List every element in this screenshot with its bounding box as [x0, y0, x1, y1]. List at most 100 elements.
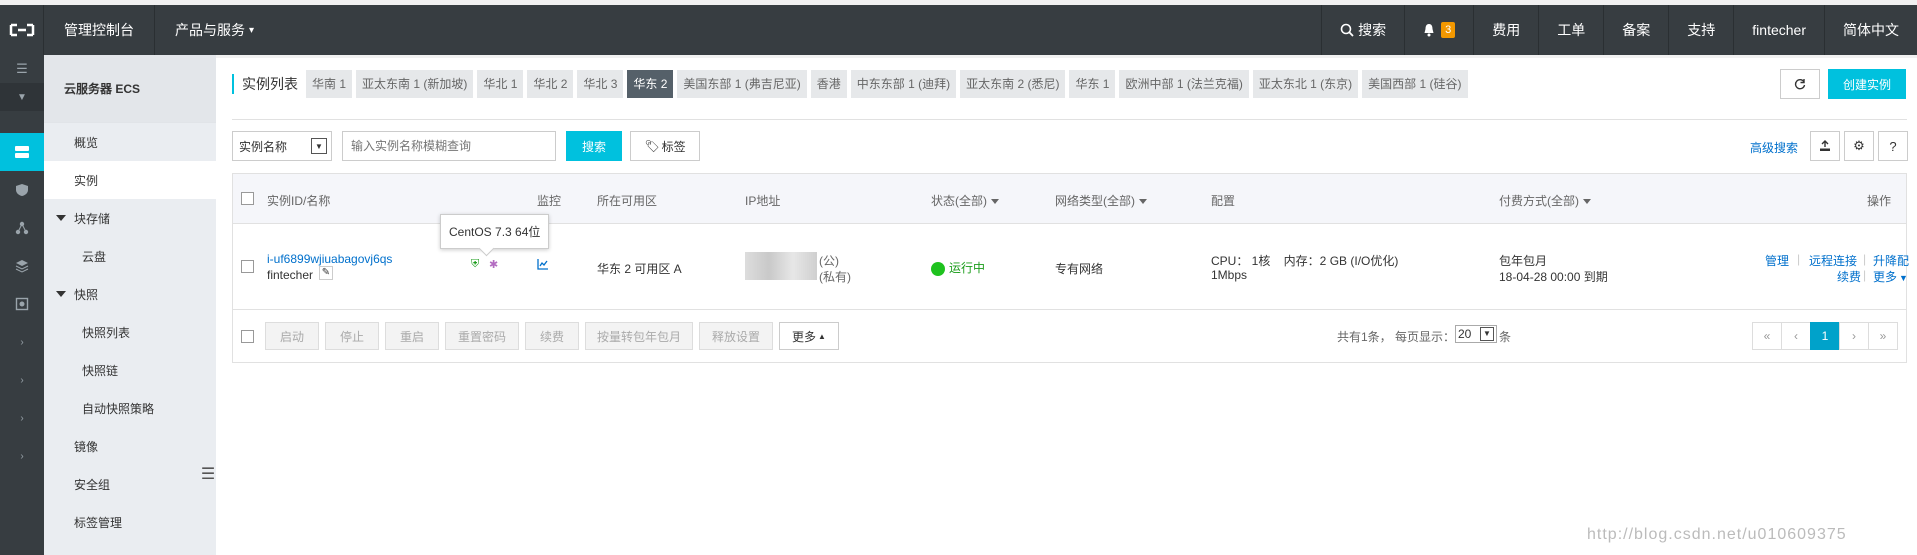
- user-menu[interactable]: fintecher: [1733, 5, 1824, 55]
- region-tab[interactable]: 华南 1: [306, 70, 353, 98]
- monitor-chart-icon[interactable]: [537, 258, 549, 273]
- restart-button[interactable]: 重启: [385, 322, 439, 350]
- region-tab[interactable]: 华东 1: [1069, 70, 1116, 98]
- col-header-network-label: 网络类型(全部): [1055, 194, 1135, 208]
- stop-button[interactable]: 停止: [325, 322, 379, 350]
- chevron-down-icon: ▼: [1480, 327, 1494, 341]
- region-tab[interactable]: 中东东部 1 (迪拜): [850, 70, 957, 98]
- col-header-status[interactable]: 状态(全部): [931, 192, 999, 209]
- more-actions-button[interactable]: 更多 ▲: [779, 322, 839, 350]
- help-button[interactable]: ?: [1878, 131, 1908, 161]
- server-icon[interactable]: [0, 133, 44, 171]
- ops-separator: |: [1797, 252, 1801, 266]
- region-tab[interactable]: 亚太东南 1 (新加坡): [356, 70, 474, 98]
- advanced-search-link[interactable]: 高级搜索: [1750, 139, 1798, 156]
- more-ops-link[interactable]: 更多 ▼: [1873, 268, 1908, 285]
- tag-filter-button[interactable]: 🏷 标签: [630, 131, 700, 161]
- col-header-billing-label: 付费方式(全部): [1499, 194, 1579, 208]
- row-checkbox[interactable]: [241, 260, 254, 273]
- sidebar-item-auto-snapshot-policy[interactable]: 自动快照策略: [44, 389, 216, 427]
- sidebar-item-cloud-disk[interactable]: 云盘: [44, 237, 216, 275]
- os-centos-icon[interactable]: ✱: [489, 258, 498, 271]
- footer-select-all-checkbox[interactable]: [241, 330, 254, 343]
- caret-up-icon: ▲: [818, 331, 826, 341]
- remote-connect-link[interactable]: 远程连接: [1809, 252, 1857, 269]
- export-button[interactable]: [1810, 131, 1840, 161]
- chevron-right-icon[interactable]: ›: [0, 323, 44, 361]
- layers-icon[interactable]: [0, 247, 44, 285]
- prev-page-button[interactable]: ‹: [1781, 322, 1811, 350]
- region-tab[interactable]: 香港: [810, 70, 847, 98]
- shield-icon[interactable]: [0, 171, 44, 209]
- collapse-sidebar-icon[interactable]: ☰: [200, 460, 216, 488]
- aliyun-logo-icon[interactable]: [0, 5, 44, 55]
- col-header-ip: IP地址: [745, 194, 781, 208]
- sidebar-item-overview[interactable]: 概览: [44, 123, 216, 161]
- sidebar-item-tag-management[interactable]: 标签管理: [44, 503, 216, 541]
- convert-billing-button[interactable]: 按量转包年包月: [585, 322, 693, 350]
- search-field-select[interactable]: 实例名称 ▼: [232, 131, 332, 161]
- sidebar-group-snapshots[interactable]: 快照: [44, 275, 216, 313]
- release-settings-button[interactable]: 释放设置: [699, 322, 773, 350]
- region-tab-active[interactable]: 华东 2: [627, 70, 674, 98]
- side-menu: 云服务器 ECS 概览 实例 块存储 云盘 快照 快照列表 快照链 自动快照策略…: [44, 55, 216, 555]
- region-tab[interactable]: 华北 2: [527, 70, 574, 98]
- notifications-button[interactable]: 3: [1404, 5, 1473, 55]
- region-tab[interactable]: 亚太东北 1 (东京): [1252, 70, 1359, 98]
- next-page-button[interactable]: ›: [1839, 322, 1869, 350]
- products-menu[interactable]: 产品与服务 ▾: [155, 5, 274, 55]
- last-page-button[interactable]: »: [1868, 322, 1898, 350]
- chevron-down-icon: ▼: [311, 138, 327, 154]
- page-size-select[interactable]: 20 ▼: [1455, 325, 1497, 343]
- col-header-network[interactable]: 网络类型(全部): [1055, 192, 1147, 209]
- create-instance-button[interactable]: 创建实例: [1828, 69, 1906, 99]
- search-input[interactable]: [342, 131, 556, 161]
- sidebar-item-security-groups[interactable]: 安全组: [44, 465, 216, 503]
- chevron-down-icon[interactable]: ▼: [0, 83, 44, 111]
- fees-link[interactable]: 费用: [1473, 5, 1538, 55]
- chevron-right-icon[interactable]: ›: [0, 361, 44, 399]
- refresh-button[interactable]: [1780, 69, 1820, 99]
- sidebar-item-snapshot-chain[interactable]: 快照链: [44, 351, 216, 389]
- instance-table: 实例ID/名称 监控 所在可用区 IP地址 状态(全部) 网络类型(全部) 配置…: [232, 173, 1909, 363]
- settings-button[interactable]: ⚙: [1844, 131, 1874, 161]
- reset-password-button[interactable]: 重置密码: [445, 322, 519, 350]
- tickets-link[interactable]: 工单: [1538, 5, 1603, 55]
- region-tab[interactable]: 欧洲中部 1 (法兰克福): [1119, 70, 1249, 98]
- search-button[interactable]: 搜索: [1321, 5, 1404, 55]
- region-tab[interactable]: 美国西部 1 (硅谷): [1362, 70, 1468, 98]
- chevron-right-icon[interactable]: ›: [0, 437, 44, 475]
- sidebar-group-block-storage[interactable]: 块存储: [44, 199, 216, 237]
- select-all-checkbox[interactable]: [241, 192, 254, 205]
- col-header-ops: 操作: [1867, 194, 1892, 208]
- region-tab[interactable]: 美国东部 1 (弗吉尼亚): [677, 70, 807, 98]
- sidebar-item-snapshot-list[interactable]: 快照列表: [44, 313, 216, 351]
- region-tab[interactable]: 华北 3: [577, 70, 624, 98]
- console-home-link[interactable]: 管理控制台: [44, 5, 155, 55]
- edit-name-icon[interactable]: ✎: [319, 266, 333, 280]
- sidebar-item-images[interactable]: 镜像: [44, 427, 216, 465]
- ops-separator: |: [1863, 252, 1867, 266]
- region-tab[interactable]: 华北 1: [477, 70, 524, 98]
- support-link[interactable]: 支持: [1668, 5, 1733, 55]
- search-submit-button[interactable]: 搜索: [566, 131, 622, 161]
- col-header-billing[interactable]: 付费方式(全部): [1499, 192, 1591, 209]
- icp-link[interactable]: 备案: [1603, 5, 1668, 55]
- tag-label: 标签: [661, 139, 686, 154]
- renew-link[interactable]: 续费: [1837, 268, 1861, 285]
- chevron-right-icon[interactable]: ›: [0, 399, 44, 437]
- menu-toggle-icon[interactable]: ☰: [0, 55, 44, 83]
- manage-link[interactable]: 管理: [1765, 252, 1789, 269]
- upgrade-link[interactable]: 升降配: [1873, 252, 1909, 269]
- start-button[interactable]: 启动: [265, 322, 319, 350]
- language-switch[interactable]: 简体中文: [1824, 5, 1917, 55]
- page-title: 实例列表: [232, 74, 298, 94]
- sidebar-item-instances[interactable]: 实例: [44, 161, 216, 199]
- first-page-button[interactable]: «: [1752, 322, 1782, 350]
- region-tab[interactable]: 亚太东南 2 (悉尼): [960, 70, 1066, 98]
- settings-box-icon[interactable]: [0, 285, 44, 323]
- renew-button[interactable]: 续费: [525, 322, 579, 350]
- network-icon[interactable]: [0, 209, 44, 247]
- instance-id-link[interactable]: i-uf6899wjiuabagovj6qs: [267, 252, 392, 266]
- page-1-button[interactable]: 1: [1810, 322, 1840, 350]
